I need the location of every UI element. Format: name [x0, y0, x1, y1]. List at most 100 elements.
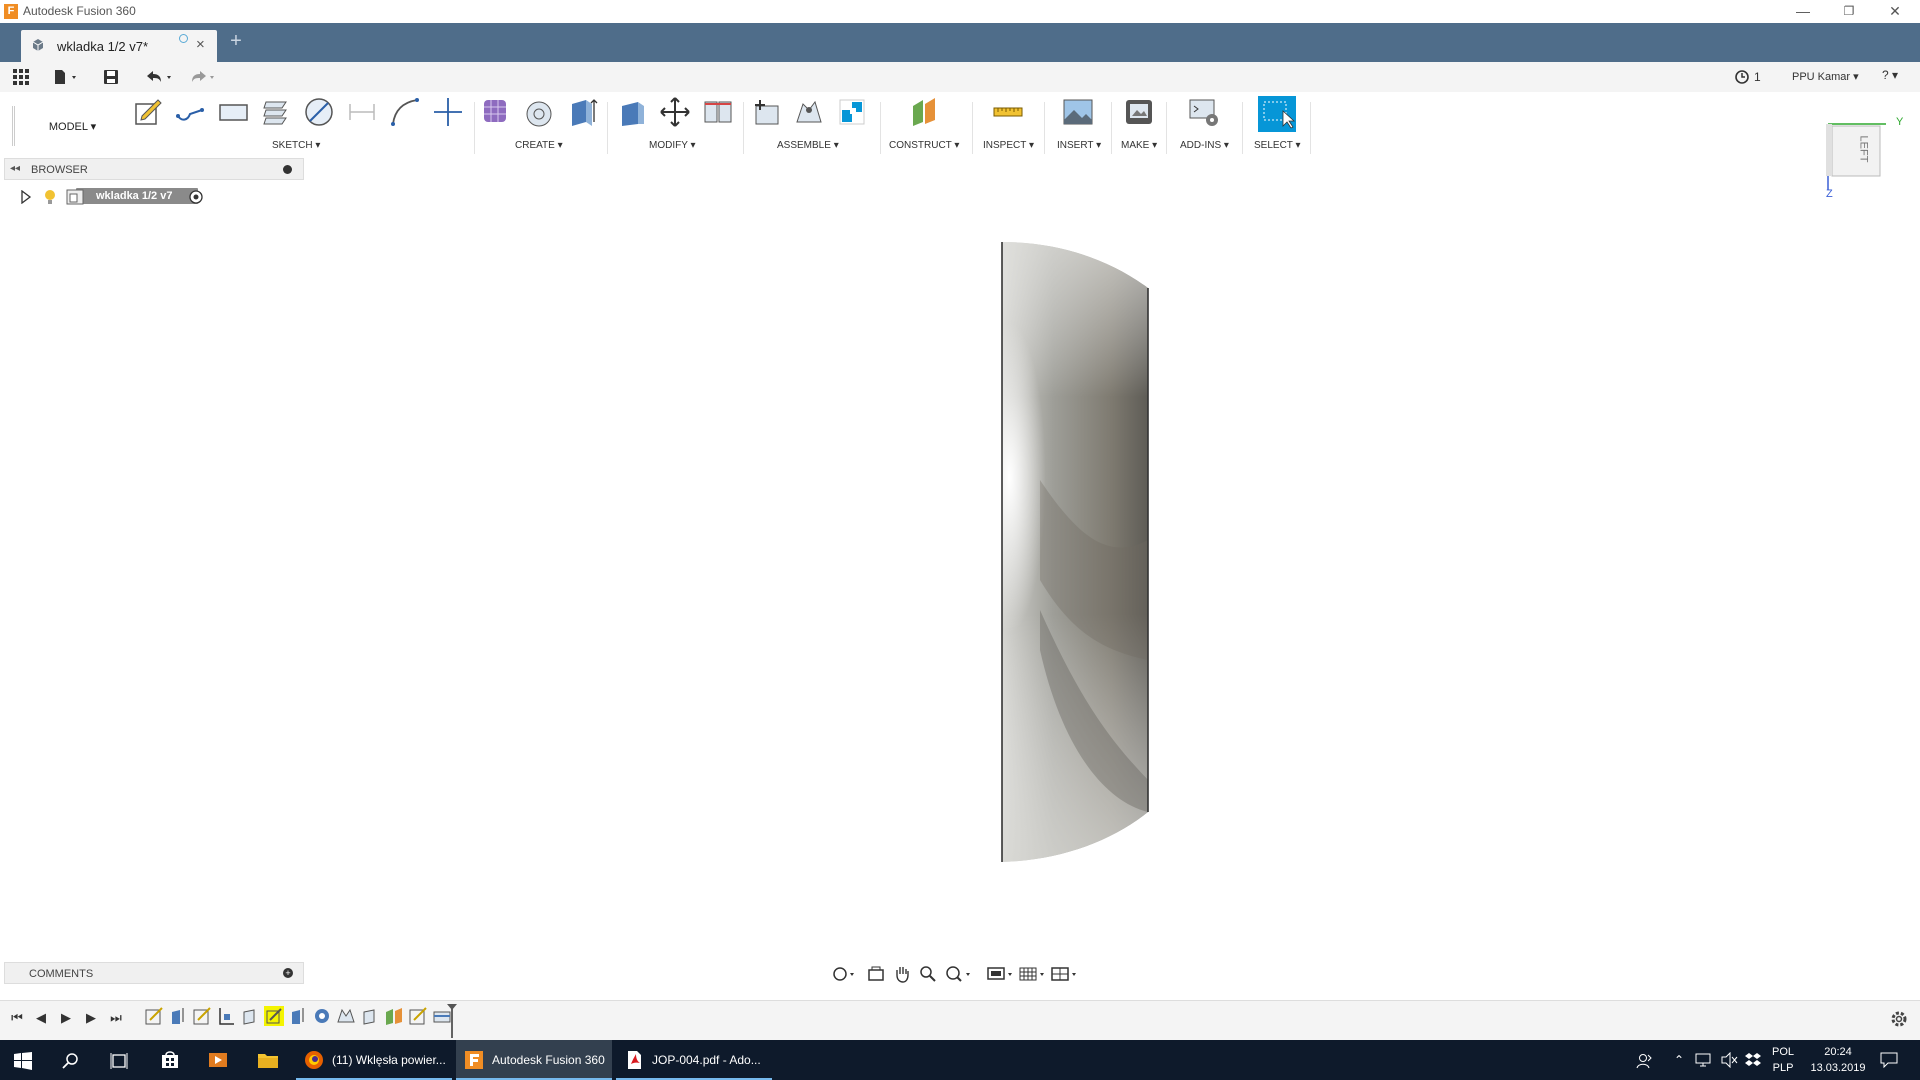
point-tool-icon[interactable] — [432, 96, 464, 128]
people-icon[interactable] — [1636, 1052, 1654, 1070]
move-tool-icon[interactable] — [659, 96, 691, 128]
circle-tool-icon[interactable] — [303, 96, 335, 128]
close-button[interactable]: ✕ — [1872, 0, 1918, 23]
extrude-tool-icon[interactable] — [566, 96, 598, 128]
windows-start-icon[interactable] — [14, 1052, 32, 1070]
document-tab[interactable]: wkladka 1/2 v7* × — [21, 30, 217, 62]
taskbar-app-firefox[interactable]: (11) Wklęsła powier... — [296, 1040, 452, 1080]
as-built-joint-icon[interactable] — [836, 96, 868, 128]
viewports-icon[interactable] — [1050, 964, 1080, 984]
user-account-menu[interactable]: PPU Kamar ▾ — [1792, 70, 1859, 83]
make-group-label[interactable]: MAKE ▾ — [1121, 140, 1157, 151]
save-icon[interactable] — [102, 67, 120, 87]
task-view-icon[interactable] — [110, 1052, 128, 1070]
press-pull-icon[interactable] — [616, 96, 648, 128]
action-center-icon[interactable] — [1880, 1052, 1898, 1068]
timeline-body-icon[interactable] — [240, 1006, 260, 1026]
fit-zoom-icon[interactable] — [944, 964, 974, 984]
addins-group-label[interactable]: ADD-INS ▾ — [1180, 140, 1229, 151]
select-tool-icon[interactable] — [1258, 96, 1296, 132]
zoom-icon[interactable] — [918, 964, 938, 984]
pan-hand-icon[interactable] — [892, 964, 912, 984]
select-group-label[interactable]: SELECT ▾ — [1254, 140, 1301, 151]
create-group-label[interactable]: CREATE ▾ — [515, 140, 563, 151]
construct-group-label[interactable]: CONSTRUCT ▾ — [889, 140, 959, 151]
timeline-marker-icon[interactable] — [446, 1003, 458, 1039]
inspect-group-label[interactable]: INSPECT ▾ — [983, 140, 1034, 151]
restore-button[interactable]: ❐ — [1826, 0, 1872, 23]
timeline-sketch-icon[interactable] — [144, 1006, 164, 1026]
input-language[interactable]: POL PLP — [1772, 1040, 1794, 1080]
media-player-icon[interactable] — [208, 1050, 228, 1070]
timeline-revolve-icon[interactable] — [312, 1006, 332, 1026]
comments-panel-header[interactable]: COMMENTS + — [4, 962, 304, 984]
timeline-sketch-icon[interactable] — [408, 1006, 428, 1026]
grid-snaps-icon[interactable] — [1018, 964, 1048, 984]
view-cube-face-label[interactable]: LEFT — [1857, 136, 1869, 163]
insert-image-icon[interactable] — [1062, 96, 1094, 128]
orbit-icon[interactable] — [830, 964, 858, 984]
timeline-sketch-selected-icon[interactable] — [264, 1006, 284, 1026]
undo-icon[interactable] — [143, 67, 175, 87]
clock[interactable]: 20:24 13.03.2019 — [1808, 1040, 1868, 1080]
assemble-group-label[interactable]: ASSEMBLE ▾ — [777, 140, 839, 151]
timeline-loft-icon[interactable] — [336, 1006, 356, 1026]
look-at-icon[interactable] — [866, 964, 886, 984]
play-icon[interactable]: ▶ — [57, 1009, 75, 1027]
search-icon[interactable] — [62, 1052, 80, 1070]
arc-tool-icon[interactable] — [389, 96, 421, 128]
timeline-extrude-icon[interactable] — [168, 1006, 188, 1026]
store-icon[interactable] — [160, 1050, 180, 1070]
volume-muted-icon[interactable] — [1720, 1052, 1738, 1068]
timeline-sketch-icon[interactable] — [192, 1006, 212, 1026]
3d-viewport[interactable] — [0, 180, 1920, 968]
offset-plane-icon[interactable] — [909, 96, 941, 128]
pin-panel-icon[interactable] — [283, 165, 292, 174]
timeline-extrude-icon[interactable] — [288, 1006, 308, 1026]
modify-group-label[interactable]: MODIFY ▾ — [649, 140, 696, 151]
revolve-tool-icon[interactable] — [523, 96, 555, 128]
timeline-move-icon[interactable] — [216, 1006, 236, 1026]
line-tool-icon[interactable] — [174, 96, 206, 128]
data-panel-grid-icon[interactable] — [12, 67, 30, 87]
view-cube[interactable]: LEFT Y Z — [1820, 116, 1903, 200]
display-settings-icon[interactable] — [986, 964, 1016, 984]
taskbar-app-pdf[interactable]: JOP-004.pdf - Ado... — [616, 1040, 772, 1080]
timeline-plane-icon[interactable] — [384, 1006, 404, 1026]
rectangle-tool-icon[interactable] — [217, 96, 249, 128]
create-sketch-icon[interactable] — [132, 96, 164, 128]
sketch-group-label[interactable]: SKETCH ▾ — [272, 140, 320, 151]
close-tab-icon[interactable]: × — [196, 36, 205, 53]
scripts-addins-icon[interactable] — [1188, 96, 1220, 128]
model-body[interactable] — [1001, 242, 1149, 862]
add-comment-icon[interactable]: + — [283, 968, 293, 978]
help-icon[interactable]: ? ▾ — [1882, 68, 1898, 82]
3d-print-icon[interactable] — [1123, 96, 1155, 128]
minimize-button[interactable]: — — [1780, 0, 1826, 23]
form-tool-icon[interactable] — [480, 96, 512, 128]
project-tool-icon[interactable] — [260, 96, 292, 128]
collapse-panel-icon[interactable]: ◂◂ — [10, 163, 20, 174]
step-forward-icon[interactable]: ▶ — [82, 1009, 100, 1027]
insert-group-label[interactable]: INSERT ▾ — [1057, 140, 1101, 151]
tray-overflow-icon[interactable]: ⌃ — [1674, 1040, 1684, 1080]
network-icon[interactable] — [1694, 1052, 1714, 1068]
job-status[interactable]: 1 — [1734, 69, 1761, 85]
file-explorer-icon[interactable] — [257, 1051, 279, 1069]
measure-icon[interactable] — [992, 96, 1024, 128]
step-back-icon[interactable]: ◀ — [32, 1009, 50, 1027]
dimension-tool-icon[interactable] — [346, 96, 378, 128]
timeline-body-icon[interactable] — [360, 1006, 380, 1026]
new-component-icon[interactable] — [750, 96, 782, 128]
go-to-end-icon[interactable]: ⏭ — [107, 1009, 125, 1027]
joint-icon[interactable] — [793, 96, 825, 128]
taskbar-app-fusion[interactable]: Autodesk Fusion 360 — [456, 1040, 612, 1080]
new-tab-button[interactable]: + — [226, 31, 246, 52]
split-body-icon[interactable] — [702, 96, 734, 128]
go-to-start-icon[interactable]: ⏮ — [8, 1009, 26, 1027]
workspace-switcher[interactable]: MODEL ▾ — [12, 106, 130, 146]
file-menu-icon[interactable] — [52, 67, 82, 87]
redo-icon[interactable] — [186, 67, 218, 87]
dropbox-icon[interactable] — [1744, 1052, 1762, 1068]
settings-gear-icon[interactable] — [1890, 1010, 1908, 1028]
